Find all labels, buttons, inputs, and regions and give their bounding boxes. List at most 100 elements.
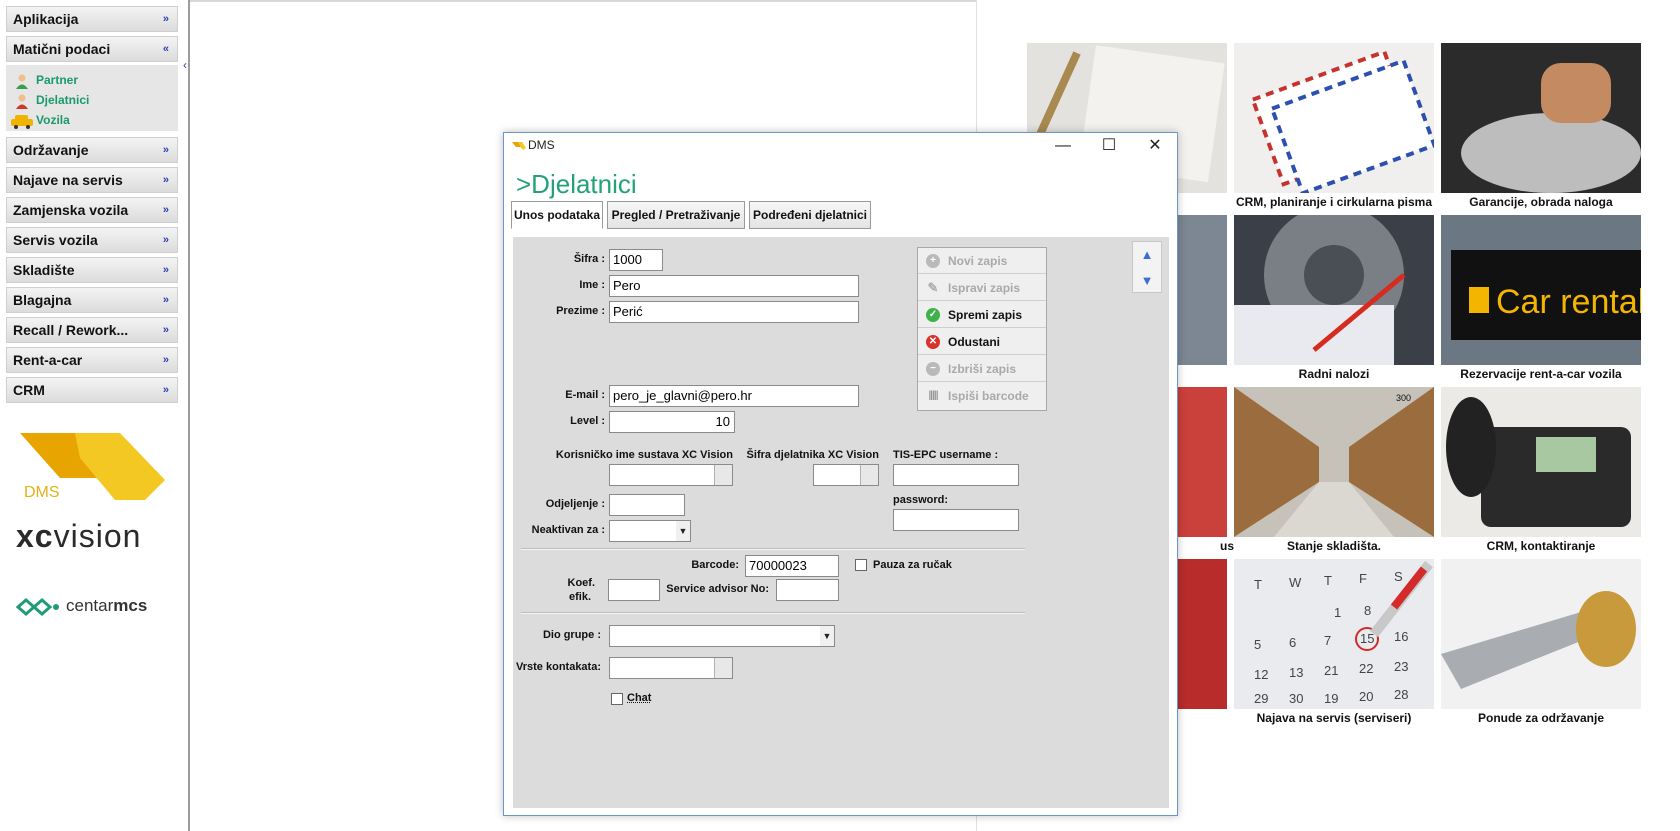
chevron-down-icon: »: [162, 384, 169, 396]
level-input[interactable]: 10: [609, 411, 735, 433]
dropdown-arrow-icon[interactable]: ▼: [676, 521, 690, 541]
sidebar-collapse-icon[interactable]: ‹: [183, 58, 187, 72]
calendar-day: 12: [1254, 667, 1268, 682]
tile-crm-planiranje[interactable]: [1234, 43, 1434, 193]
menu-rent-a-car[interactable]: Rent-a-car »: [6, 347, 178, 373]
barcode-input[interactable]: 70000023: [745, 555, 839, 577]
menu-najave-na-servis[interactable]: Najave na servis »: [6, 167, 178, 193]
menu-blagajna[interactable]: Blagajna »: [6, 287, 178, 313]
record-down-button[interactable]: ▼: [1133, 268, 1161, 293]
xcvision-logo: xcvision: [16, 518, 141, 555]
menu-aplikacija[interactable]: Aplikacija »: [6, 6, 178, 32]
pauza-za-rucak-checkbox[interactable]: [855, 559, 867, 571]
efik-label: efik.: [568, 591, 591, 603]
submenu-item-vozila[interactable]: Vozila: [11, 111, 70, 129]
calendar-day: 22: [1359, 661, 1373, 676]
dio-grupe-label: Dio grupe :: [542, 629, 601, 641]
izbrisi-zapis-button[interactable]: − Izbriši zapis: [918, 356, 1046, 382]
record-up-button[interactable]: ▲: [1133, 242, 1161, 267]
koef-efik-input[interactable]: [608, 579, 660, 601]
spremi-zapis-button[interactable]: ✓ Spremi zapis: [918, 302, 1046, 328]
ime-input[interactable]: Pero: [609, 275, 859, 297]
employee-icon: [16, 94, 28, 109]
tile-ponude-za-odrzavanje[interactable]: [1441, 559, 1641, 709]
dropdown-arrow-icon[interactable]: ▼: [820, 626, 834, 646]
vrste-kontakata-label: Vrste kontakata:: [516, 661, 601, 673]
menu-skladiste[interactable]: Skladište »: [6, 257, 178, 283]
tile-crm-kontaktiranje[interactable]: [1441, 387, 1641, 537]
vrste-kontakata-combo[interactable]: [609, 657, 733, 679]
tab-pregled-pretrazivanje[interactable]: Pregled / Pretraživanje: [607, 201, 745, 229]
xcvision-logo-light: vision: [53, 518, 142, 554]
sidebar: Aplikacija » Matični podaci « Partner Djel…: [0, 0, 188, 831]
menu-label: Aplikacija: [13, 11, 79, 27]
ispisi-barcode-button[interactable]: ||||| Ispiši barcode: [918, 383, 1046, 409]
tile-najava-na-servis[interactable]: T W T F S 1 8 5 6 7 15 16 12 13 21 22 23 19 20 28 29 30: [1234, 559, 1434, 709]
maximize-button[interactable]: ☐: [1087, 135, 1131, 157]
close-button[interactable]: ✕: [1133, 135, 1177, 157]
tis-epc-username-input[interactable]: [893, 464, 1019, 486]
chat-checkbox[interactable]: [611, 693, 623, 705]
barcode-label: Barcode:: [691, 559, 739, 571]
korisnicko-ime-combo[interactable]: [609, 464, 733, 486]
combo-button[interactable]: [714, 465, 732, 485]
ispravi-zapis-button[interactable]: ✎ Ispravi zapis: [918, 275, 1046, 301]
dialog-titlebar[interactable]: DMS — ☐ ✕: [504, 133, 1177, 159]
chevron-down-icon: »: [162, 204, 169, 216]
sifra-djelatnika-combo[interactable]: [813, 464, 879, 486]
menu-label: Rent-a-car: [13, 352, 83, 368]
password-input[interactable]: [893, 509, 1019, 531]
calendar-day: 8: [1364, 603, 1371, 618]
tab-podredeni-djelatnici[interactable]: Podređeni djelatnici: [749, 201, 871, 229]
menu-label: Recall / Rework...: [13, 322, 129, 338]
tile-image-car-rental-sign: Car rental: [1441, 215, 1641, 365]
record-nav-box: ▲ ▼: [1132, 241, 1162, 293]
dio-grupe-select[interactable]: ▼: [609, 625, 835, 647]
tis-epc-username-label: TIS-EPC username :: [893, 449, 999, 461]
centarmcs-logo-mark: [16, 597, 59, 616]
dms-logo: DMS: [20, 430, 170, 505]
calendar-day: S: [1394, 569, 1403, 584]
sifra-input[interactable]: 1000: [609, 249, 663, 271]
menu-recall-rework[interactable]: Recall / Rework... »: [6, 317, 178, 343]
chevron-up-icon: «: [162, 43, 169, 55]
service-advisor-input[interactable]: [776, 579, 839, 601]
menu-maticni-podaci[interactable]: Matični podaci «: [6, 36, 178, 62]
odustani-button[interactable]: ✕ Odustani: [918, 329, 1046, 355]
tile-image-wrench-coin: [1441, 559, 1641, 709]
tab-unos-podataka[interactable]: Unos podataka: [511, 201, 603, 229]
prezime-input[interactable]: Perić: [609, 301, 859, 323]
odjeljenje-input[interactable]: [609, 494, 685, 516]
menu-label: Najave na servis: [13, 172, 123, 188]
menu-crm[interactable]: CRM »: [6, 377, 178, 403]
page-title: >Djelatnici: [516, 169, 637, 199]
chevron-down-icon: »: [162, 354, 169, 366]
tile-image-brake-disc: [1234, 215, 1434, 365]
submenu-item-partner[interactable]: Partner: [14, 71, 78, 89]
email-input[interactable]: pero_je_glavni@pero.hr: [609, 385, 859, 407]
menu-zamjenska-vozila[interactable]: Zamjenska vozila »: [6, 197, 178, 223]
submenu-item-djelatnici[interactable]: Djelatnici: [14, 91, 89, 109]
tile-stanje-skladista[interactable]: 300: [1234, 387, 1434, 537]
tile-rezervacije-rent-a-car[interactable]: Car rental: [1441, 215, 1641, 365]
menu-label: Skladište: [13, 262, 75, 278]
menu-servis-vozila[interactable]: Servis vozila »: [6, 227, 178, 253]
tile-image-phone: [1441, 387, 1641, 537]
combo-button[interactable]: [860, 465, 878, 485]
tile-caption: Radni nalozi: [1298, 367, 1370, 381]
tile-radni-nalozi[interactable]: [1234, 215, 1434, 365]
password-label: password:: [893, 494, 949, 506]
action-label: Ispravi zapis: [948, 281, 1021, 295]
koef-label: Koef.: [567, 577, 596, 589]
menu-odrzavanje[interactable]: Održavanje »: [6, 137, 178, 163]
tile-garancije[interactable]: [1441, 43, 1641, 193]
chevron-down-icon: »: [162, 13, 169, 25]
calendar-day: 19: [1324, 691, 1338, 706]
tile-caption: CRM, kontaktiranje: [1486, 539, 1596, 553]
novi-zapis-button[interactable]: + Novi zapis: [918, 248, 1046, 274]
neaktivan-select[interactable]: ▼: [609, 520, 691, 542]
minimize-button[interactable]: —: [1041, 135, 1085, 157]
calendar-day: 1: [1334, 605, 1341, 620]
menu-label: CRM: [13, 382, 45, 398]
combo-button[interactable]: [714, 658, 732, 678]
